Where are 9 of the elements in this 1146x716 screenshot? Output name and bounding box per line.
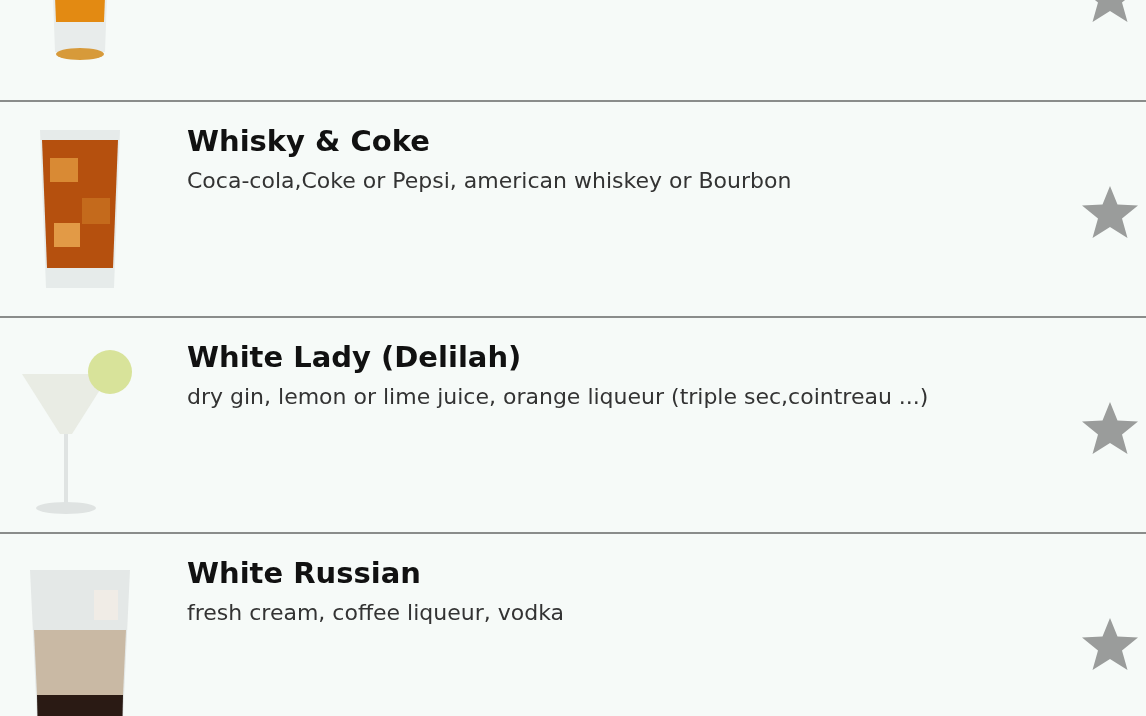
drink-name: White Lady (Delilah): [187, 340, 523, 374]
drink-ingredients: dry gin, lemon or lime juice, orange liqueur (triple sec,cointreau ...): [187, 384, 930, 409]
star-icon[interactable]: [1080, 616, 1140, 672]
drink-ingredients: fresh cream, coffee liqueur, vodka: [187, 600, 566, 625]
star-icon[interactable]: [1080, 400, 1140, 456]
drink-name: Whisky & Coke: [187, 124, 431, 158]
drink-name: White Russian: [187, 556, 422, 590]
drink-ingredients: Coca-cola,Coke or Pepsi, american whiskey or Bourbon: [187, 168, 793, 193]
star-icon[interactable]: [1080, 184, 1140, 240]
